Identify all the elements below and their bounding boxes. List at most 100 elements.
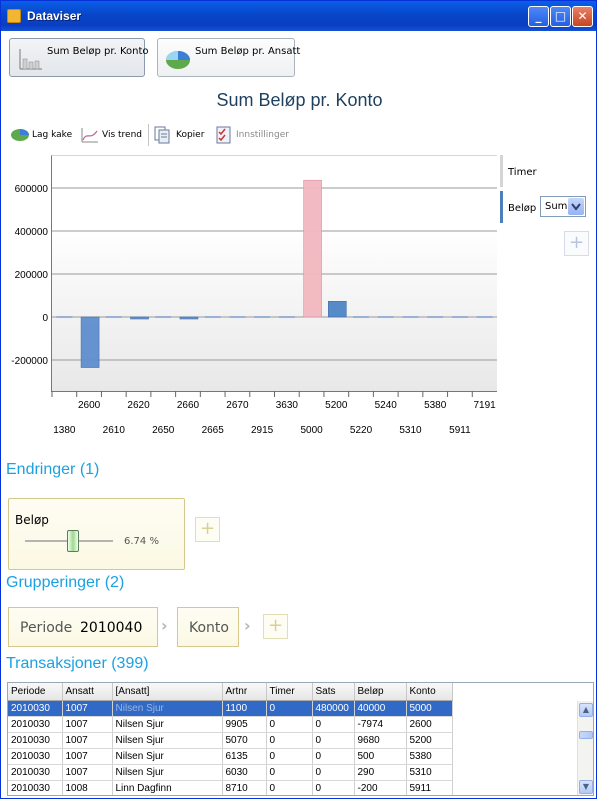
table-row[interactable]: 2010030 1007 Nilsen Sjur 1100 0 480000 40000 50… [8,700,453,717]
table-row[interactable]: 2010030 1007 Nilsen Sjur 9905 0 0 -7974 2600 [8,716,453,733]
aggregate-select[interactable]: Sum [540,196,586,217]
table-cell: Nilsen Sjur [112,748,223,765]
legend-label: Timer [508,167,537,178]
column-header[interactable]: Beløp [354,683,407,701]
x-tick-label: 2610 [103,425,126,436]
transactions-table: Periode Ansatt [Ansatt] Artnr Timer Sats… [7,682,594,796]
table-cell: 2010030 [8,764,63,781]
table-cell: Nilsen Sjur [112,764,223,781]
vis-trend-label: Vis trend [102,130,142,140]
lag-kake-button[interactable]: Lag kake [10,124,72,146]
table-cell: 5911 [406,780,453,795]
filter-card-belop: Beløp 6.74 % [8,498,185,570]
table-scrollbar[interactable]: ▲ ▼ [577,701,593,795]
y-tick-label: 400000 [15,227,49,238]
column-header[interactable]: Konto [406,683,453,701]
legend-item-timer[interactable]: Timer [499,155,539,187]
view-button-label: Sum Beløp pr. Konto [47,46,149,57]
x-tick-label: 5220 [350,425,373,436]
table-cell: 0 [266,780,313,795]
table-cell: 0 [266,764,313,781]
add-series-button[interactable]: + [564,231,589,256]
window-title: Dataviser [27,9,82,23]
groupings-heading: Grupperinger (2) [6,574,125,591]
view-sum-per-ansatt-button[interactable]: Sum Beløp pr. Ansatt [157,38,300,77]
column-header[interactable]: Timer [266,683,313,701]
table-cell: 0 [312,732,355,749]
column-header[interactable]: [Ansatt] [112,683,223,701]
table-cell: 5070 [222,732,267,749]
pie-icon [11,129,29,141]
column-header[interactable]: Sats [312,683,355,701]
x-tick-label: 5310 [399,425,422,436]
scroll-thumb[interactable] [579,731,593,739]
view-sum-per-konto-button[interactable]: Sum Beløp pr. Konto [9,38,149,77]
table-row[interactable]: 2010030 1008 Linn Dagfinn 8710 0 0 -200 5911 [8,780,453,795]
column-header[interactable]: Artnr [222,683,267,701]
table-cell: 5310 [406,764,453,781]
vis-trend-button[interactable]: Vis trend [81,124,142,146]
table-cell: 2010030 [8,716,63,733]
table-cell: 9905 [222,716,267,733]
toolbar-divider [148,124,149,146]
add-grouping-button[interactable]: + [263,614,288,639]
table-cell: 5200 [406,732,453,749]
table-row[interactable]: 2010030 1007 Nilsen Sjur 6135 0 0 500 5380 [8,748,453,765]
y-tick-label: 0 [42,313,48,324]
maximize-button[interactable]: □ [550,6,571,27]
changes-heading: Endringer (1) [6,461,100,478]
grouping-konto-chip[interactable]: Konto [177,607,239,647]
table-cell: 1100 [222,700,267,717]
table-cell: Linn Dagfinn [112,780,223,795]
legend-item-belop[interactable]: Beløp [499,191,539,223]
column-header[interactable]: Periode [8,683,63,701]
legend-swatch [500,191,503,223]
table-cell: 0 [312,764,355,781]
table-cell: 290 [354,764,407,781]
table-cell: 2600 [406,716,453,733]
table-row[interactable]: 2010030 1007 Nilsen Sjur 5070 0 0 9680 5200 [8,732,453,749]
view-button-label: Sum Beløp pr. Ansatt [195,46,301,57]
table-row[interactable]: 2010030 1007 Nilsen Sjur 6030 0 0 290 5310 [8,764,453,781]
minimize-button[interactable]: _ [528,6,549,27]
table-cell: 9680 [354,732,407,749]
table-cell: 0 [266,716,313,733]
table-cell: 40000 [354,700,407,717]
table-cell: 1007 [62,732,113,749]
x-tick-label: 5000 [300,425,323,436]
filter-value: 6.74 % [124,536,159,547]
grouping-key: Konto [189,620,229,636]
chevron-down-icon[interactable] [568,198,584,215]
innstillinger-button[interactable]: Innstillinger [216,124,296,146]
title-bar[interactable]: Dataviser _ □ ✕ [1,1,596,31]
filter-slider-thumb[interactable] [67,530,79,552]
table-cell: 5000 [406,700,453,717]
table-header-row: Periode Ansatt [Ansatt] Artnr Timer Sats… [8,683,453,701]
x-tick-label: 2600 [78,400,101,411]
kopier-button[interactable]: Kopier [154,124,206,146]
x-tick-label: 1380 [53,425,76,436]
table-cell: 1007 [62,748,113,765]
app-icon [7,9,21,23]
scroll-down-arrow-icon[interactable]: ▼ [579,780,593,794]
chevron-right-icon: › [161,616,168,635]
chart-plot-area [51,155,497,392]
transactions-heading: Transaksjoner (399) [6,655,149,672]
dataviser-window: Dataviser _ □ ✕ Sum Beløp pr. Konto Sum … [0,0,597,799]
chart-title: Sum Beløp pr. Konto [216,90,383,110]
x-tick-label: 2665 [202,425,225,436]
grouping-periode-chip[interactable]: Periode 2010040 [8,607,158,647]
legend-label: Beløp [508,203,537,214]
legend-swatch [500,155,503,187]
x-tick-label: 2650 [152,425,175,436]
column-header[interactable]: Ansatt [62,683,113,701]
add-filter-button[interactable]: + [195,517,220,542]
table-cell: 0 [266,748,313,765]
table-cell: 480000 [312,700,355,717]
close-button[interactable]: ✕ [572,6,593,27]
scroll-up-arrow-icon[interactable]: ▲ [579,703,593,717]
x-tick-label: 5911 [449,425,471,436]
table-cell: 0 [266,732,313,749]
checklist-icon [216,126,231,144]
x-tick-label: 2660 [177,400,200,411]
